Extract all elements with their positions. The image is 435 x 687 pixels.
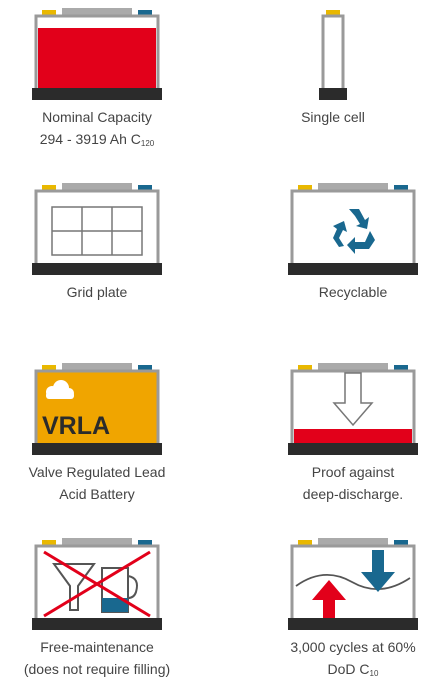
vrla-battery-icon: VRLA — [32, 363, 162, 455]
caption-line: 3,000 cycles at 60% — [290, 639, 416, 655]
caption-line: deep-discharge. — [302, 486, 404, 502]
caption-line: DoD C — [327, 661, 370, 677]
caption-line: Valve Regulated Lead — [28, 464, 166, 480]
deep-discharge-icon — [288, 363, 418, 455]
feature-single-cell: Single cell — [233, 8, 433, 128]
caption-line: Grid plate — [66, 284, 128, 300]
caption-subscript: 120 — [140, 139, 155, 148]
caption-line: Recyclable — [318, 284, 388, 300]
feature-deep-discharge: Proof against deep-discharge. — [253, 363, 435, 505]
caption-line: (does not require filling) — [23, 661, 171, 677]
feature-recyclable: Recyclable — [253, 183, 435, 303]
feature-capacity: Nominal Capacity 294 - 3919 Ah C120 — [0, 8, 197, 150]
caption-line: 294 - 3919 Ah C — [39, 131, 141, 147]
feature-vrla: VRLA Valve Regulated Lead Acid Battery — [0, 363, 197, 505]
caption-line: Single cell — [301, 109, 365, 125]
recycle-icon — [288, 183, 418, 275]
caption-line: Nominal Capacity — [42, 109, 152, 125]
feature-cycles: 3,000 cycles at 60% DoD C10 — [253, 538, 435, 680]
grid-plate-icon — [32, 183, 162, 275]
no-filling-icon — [32, 538, 162, 630]
caption-subscript: 10 — [369, 669, 379, 678]
feature-grid-plate: Grid plate — [0, 183, 197, 303]
vrla-badge: VRLA — [42, 412, 110, 440]
caption-line: Free-maintenance — [40, 639, 154, 655]
single-cell-icon — [319, 10, 347, 100]
caption-line: Proof against — [311, 464, 395, 480]
cycles-icon — [288, 538, 418, 630]
caption-line: Acid Battery — [59, 486, 135, 502]
battery-capacity-icon — [32, 8, 162, 100]
feature-free-maintenance: Free-maintenance (does not require filli… — [0, 538, 197, 680]
